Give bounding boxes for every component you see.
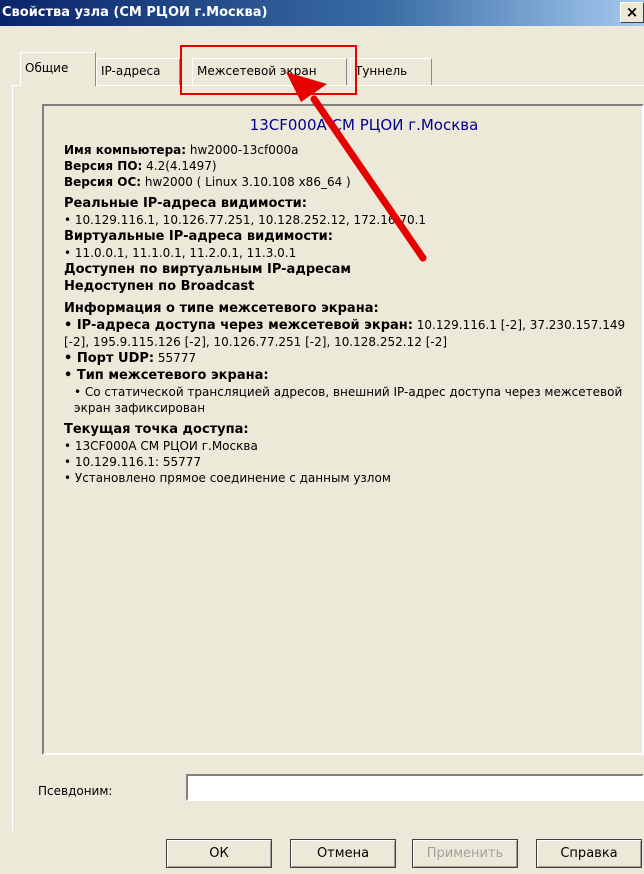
alias-input[interactable]: [186, 774, 644, 801]
os-version-value: hw2000 ( Linux 3.10.108 x86_64 ): [141, 175, 351, 189]
firewall-ips-label: • IP-адреса доступа через межсетевой экр…: [64, 318, 413, 333]
tab-general[interactable]: Общие: [20, 52, 96, 86]
firewall-type-label: • Тип межсетевого экрана:: [64, 368, 269, 383]
node-title: 13CF000A СМ РЦОИ г.Москва: [249, 116, 479, 134]
software-version-value: 4.2(4.1497): [142, 159, 217, 173]
firewall-type-value: • Со статической трансляцией адресов, вн…: [74, 385, 623, 415]
node-info-panel: 13CF000A СМ РЦОИ г.Москва Имя компьютера…: [42, 104, 644, 755]
computer-name-label: Имя компьютера:: [64, 143, 187, 157]
properties-window: Свойства узла (СМ РЦОИ г.Москва) × Общие…: [0, 0, 644, 874]
tab-tunnel-label: Туннель: [355, 64, 408, 78]
real-ips-heading: Реальные IP-адреса видимости:: [64, 196, 307, 211]
title-bar[interactable]: Свойства узла (СМ РЦОИ г.Москва) ×: [0, 0, 644, 26]
tab-tunnel[interactable]: Туннель: [350, 58, 432, 85]
broadcast-status: Недоступен по Broadcast: [64, 279, 255, 294]
ok-button[interactable]: ОК: [166, 839, 272, 868]
node-info-content: 13CF000A СМ РЦОИ г.Москва Имя компьютера…: [64, 114, 626, 486]
computer-name-row: Имя компьютера: hw2000-13cf000a: [64, 142, 626, 158]
apply-button[interactable]: Применить: [412, 839, 518, 868]
virtual-ips-list: • 11.0.0.1, 11.1.0.1, 11.2.0.1, 11.3.0.1: [64, 246, 297, 260]
tab-general-label: Общие: [25, 61, 69, 75]
access-point-line: • 10.129.116.1: 55777: [64, 455, 202, 469]
help-button[interactable]: Справка: [536, 839, 642, 868]
udp-port-label: • Порт UDP:: [64, 351, 155, 366]
tab-ip-addresses[interactable]: IP-адреса: [96, 58, 180, 85]
virtual-access-status: Доступен по виртуальным IP-адресам: [64, 262, 352, 277]
alias-label: Псевдоним:: [38, 784, 113, 798]
software-version-row: Версия ПО: 4.2(4.1497): [64, 158, 626, 174]
os-version-row: Версия ОС: hw2000 ( Linux 3.10.108 x86_6…: [64, 174, 626, 190]
tab-ip-addresses-label: IP-адреса: [101, 64, 161, 78]
access-point-heading: Текущая точка доступа:: [64, 422, 249, 437]
window-title: Свойства узла (СМ РЦОИ г.Москва): [2, 5, 268, 20]
real-ips-list: • 10.129.116.1, 10.126.77.251, 10.128.25…: [64, 213, 427, 227]
access-point-line: • 13CF000A СМ РЦОИ г.Москва: [64, 439, 258, 453]
virtual-ips-heading: Виртуальные IP-адреса видимости:: [64, 229, 333, 244]
computer-name-value: hw2000-13cf000a: [186, 143, 299, 157]
udp-port-value: 55777: [154, 351, 197, 365]
os-version-label: Версия ОС:: [64, 175, 142, 189]
firewall-heading: Информация о типе межсетевого экрана:: [64, 301, 379, 316]
firewall-ips-row: • IP-адреса доступа через межсетевой экр…: [64, 317, 626, 350]
udp-port-row: • Порт UDP: 55777: [64, 350, 626, 367]
annotation-highlight-box: [180, 45, 357, 95]
cancel-button[interactable]: Отмена: [290, 839, 396, 868]
access-point-line: • Установлено прямое соединение с данным…: [64, 471, 391, 485]
software-version-label: Версия ПО:: [64, 159, 143, 173]
close-button[interactable]: ×: [620, 2, 644, 23]
